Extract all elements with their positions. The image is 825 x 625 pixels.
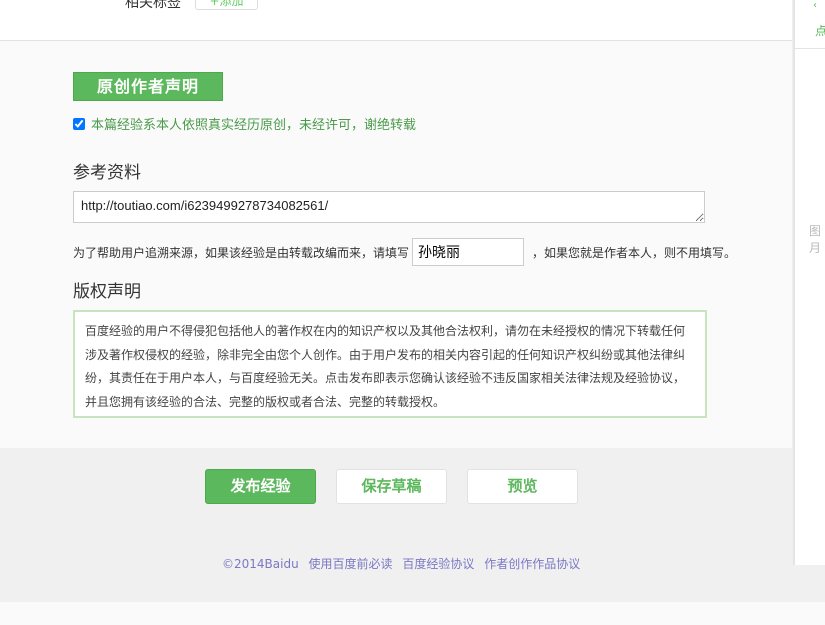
form-main: 原创作者声明 本篇经验系本人依照真实经历原创，未经许可，谢绝转载 参考资料 ht… bbox=[0, 41, 792, 448]
footer-link[interactable]: 使用百度前必读 bbox=[309, 557, 393, 571]
original-author-declaration-heading: 原创作者声明 bbox=[73, 72, 223, 101]
right-sidebar: ‹ 点 图月 bbox=[793, 0, 825, 565]
sidebar-text[interactable]: 点 bbox=[815, 22, 825, 39]
preview-button[interactable]: 预览 bbox=[467, 469, 578, 504]
arrow-icon[interactable]: ‹ bbox=[813, 0, 817, 11]
original-author-input[interactable] bbox=[412, 238, 524, 266]
original-checkbox-label: 本篇经验系本人依照真实经历原创，未经许可，谢绝转载 bbox=[91, 114, 416, 133]
footer-link[interactable]: 作者创作作品协议 bbox=[484, 557, 580, 571]
help-text-after: ，如果您就是作者本人，则不用填写。 bbox=[532, 244, 736, 261]
reference-input[interactable]: http://toutiao.com/i6239499278734082561/ bbox=[73, 191, 705, 223]
tags-section: 相关标签 +添加 bbox=[0, 0, 792, 41]
divider bbox=[795, 48, 825, 49]
publish-button[interactable]: 发布经验 bbox=[205, 469, 316, 504]
footer-copyright: ©2014Baidu bbox=[222, 557, 299, 571]
save-draft-button[interactable]: 保存草稿 bbox=[336, 469, 447, 504]
footer: ©2014Baidu 使用百度前必读 百度经验协议 作者创作作品协议 bbox=[222, 555, 586, 572]
reference-title: 参考资料 bbox=[73, 158, 141, 183]
help-text-before: 为了帮助用户追溯来源，如果该经验是由转载改编而来，请填写 bbox=[73, 244, 409, 261]
add-tag-button[interactable]: +添加 bbox=[195, 0, 258, 10]
original-checkbox-row[interactable]: 本篇经验系本人依照真实经历原创，未经许可，谢绝转载 bbox=[73, 114, 416, 133]
sidebar-image-text: 图月 bbox=[809, 222, 825, 256]
footer-link[interactable]: 百度经验协议 bbox=[402, 557, 474, 571]
tags-label: 相关标签 bbox=[125, 0, 181, 12]
copyright-notice: 百度经验的用户不得侵犯包括他人的著作权在内的知识产权以及其他合法权利，请勿在未经… bbox=[73, 310, 707, 418]
source-help: 为了帮助用户追溯来源，如果该经验是由转载改编而来，请填写 ，如果您就是作者本人，… bbox=[73, 238, 736, 266]
copyright-title: 版权声明 bbox=[73, 277, 141, 302]
page-bottom bbox=[0, 602, 825, 625]
original-checkbox[interactable] bbox=[73, 118, 85, 130]
